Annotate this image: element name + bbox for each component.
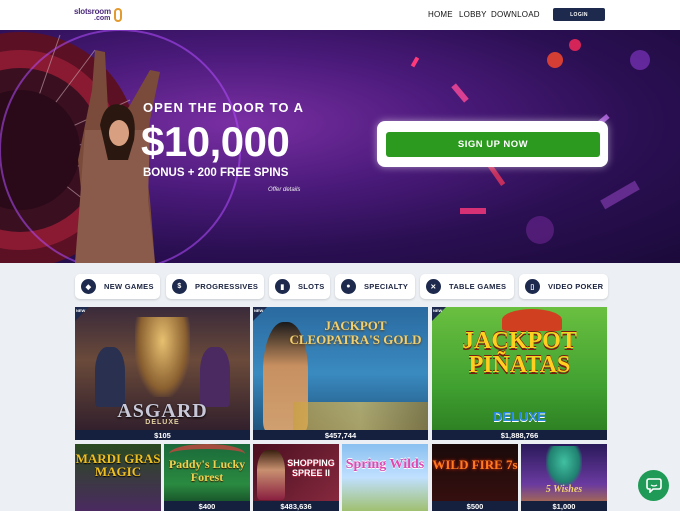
category-label: PROGRESSIVES (195, 282, 259, 291)
progressive-icon: $ (172, 279, 187, 294)
signup-cta-frame: SIGN UP NOW (377, 121, 608, 167)
game-subtitle: DELUXE (493, 409, 546, 424)
game-subtitle: DELUXE (145, 419, 180, 426)
game-art (135, 317, 190, 397)
category-new-games[interactable]: ◆ NEW GAMES (75, 274, 160, 299)
jackpot-amount: $483,636 (253, 501, 339, 511)
game-tile-spring-wilds[interactable]: Spring Wilds (342, 444, 428, 511)
game-tile-5-wishes[interactable]: 5 Wishes $1,000 (521, 444, 607, 511)
game-title: JACKPOT PIÑATAS (462, 328, 577, 378)
category-specialty[interactable]: ● SPECIALTY (335, 274, 415, 299)
live-chat-button[interactable] (638, 470, 669, 501)
specialty-icon: ● (341, 279, 356, 294)
login-button[interactable]: LOGIN (553, 8, 605, 21)
game-tile-cleopatras-gold[interactable]: JACKPOT CLEOPATRA'S GOLD NEW $457,744 (253, 307, 428, 440)
category-video-poker[interactable]: ▯ VIDEO POKER (519, 274, 608, 299)
new-badge: NEW (75, 307, 89, 321)
jackpot-amount: $105 (75, 430, 250, 440)
jackpot-amount: $500 (432, 501, 518, 511)
game-art (95, 347, 125, 407)
game-tile-paddys-lucky-forest[interactable]: Paddy's Lucky Forest $400 (164, 444, 250, 511)
site-logo[interactable]: slotsroom .com (74, 7, 124, 24)
game-art (293, 402, 428, 430)
jackpot-amount: $400 (164, 501, 250, 511)
category-table-games[interactable]: ✕ TABLE GAMES (420, 274, 514, 299)
top-navbar: slotsroom .com HOME LOBBY DOWNLOAD LOGIN (0, 0, 680, 30)
chat-bubble-icon (645, 478, 662, 493)
nav-lobby[interactable]: LOBBY (459, 10, 487, 19)
offer-details-link[interactable]: Offer details (268, 187, 300, 193)
new-badge: NEW (432, 307, 446, 321)
diamond-icon: ◆ (81, 279, 96, 294)
nav-home[interactable]: HOME (428, 10, 453, 19)
game-tile-mardi-gras-magic[interactable]: MARDI GRAS MAGIC (75, 444, 161, 511)
game-tile-wild-fire-7s[interactable]: WILD FIRE 7s $500 (432, 444, 518, 511)
game-tile-jackpot-pinatas[interactable]: JACKPOT PIÑATAS DELUXE NEW $1,888,766 (432, 307, 607, 440)
jackpot-amount: $1,000 (521, 501, 607, 511)
game-tile-asgard[interactable]: ASGARD DELUXE NEW $105 (75, 307, 250, 440)
category-progressives[interactable]: $ PROGRESSIVES (166, 274, 264, 299)
category-label: TABLE GAMES (449, 282, 507, 291)
game-title: SHOPPING SPREE II (287, 458, 335, 478)
logo-mark-icon (114, 8, 122, 22)
game-title: MARDI GRAS MAGIC (75, 451, 161, 479)
category-slots[interactable]: ▮ SLOTS (269, 274, 330, 299)
hero-subheadline: BONUS + 200 FREE SPINS (143, 167, 289, 179)
new-badge: NEW (253, 307, 267, 321)
nav-download[interactable]: DOWNLOAD (491, 10, 540, 19)
category-label: NEW GAMES (104, 282, 154, 291)
game-title: WILD FIRE 7s (432, 457, 518, 472)
sign-up-button[interactable]: SIGN UP NOW (386, 132, 600, 157)
game-art (200, 347, 230, 407)
logo-domain: .com (94, 15, 111, 22)
slot-icon: ▮ (275, 279, 290, 294)
hero-banner: OPEN THE DOOR TO A $10,000 BONUS + 200 F… (0, 30, 680, 263)
hero-headline: OPEN THE DOOR TO A (143, 100, 305, 115)
category-label: SPECIALTY (364, 282, 409, 291)
game-title: Paddy's Lucky Forest (168, 457, 246, 484)
jackpot-amount: $457,744 (253, 430, 428, 440)
game-title: JACKPOT CLEOPATRA'S GOLD (289, 318, 422, 347)
hero-bonus-amount: $10,000 (141, 118, 290, 165)
game-tile-shopping-spree[interactable]: SHOPPING SPREE II $483,636 (253, 444, 339, 511)
game-art (546, 446, 582, 486)
category-label: SLOTS (298, 282, 325, 291)
game-art (257, 450, 285, 500)
category-label: VIDEO POKER (548, 282, 604, 291)
cards-icon: ▯ (525, 279, 540, 294)
game-title: 5 Wishes (545, 484, 583, 495)
jackpot-amount: $1,888,766 (432, 430, 607, 440)
game-title: Spring Wilds (345, 457, 425, 472)
table-games-icon: ✕ (426, 279, 441, 294)
